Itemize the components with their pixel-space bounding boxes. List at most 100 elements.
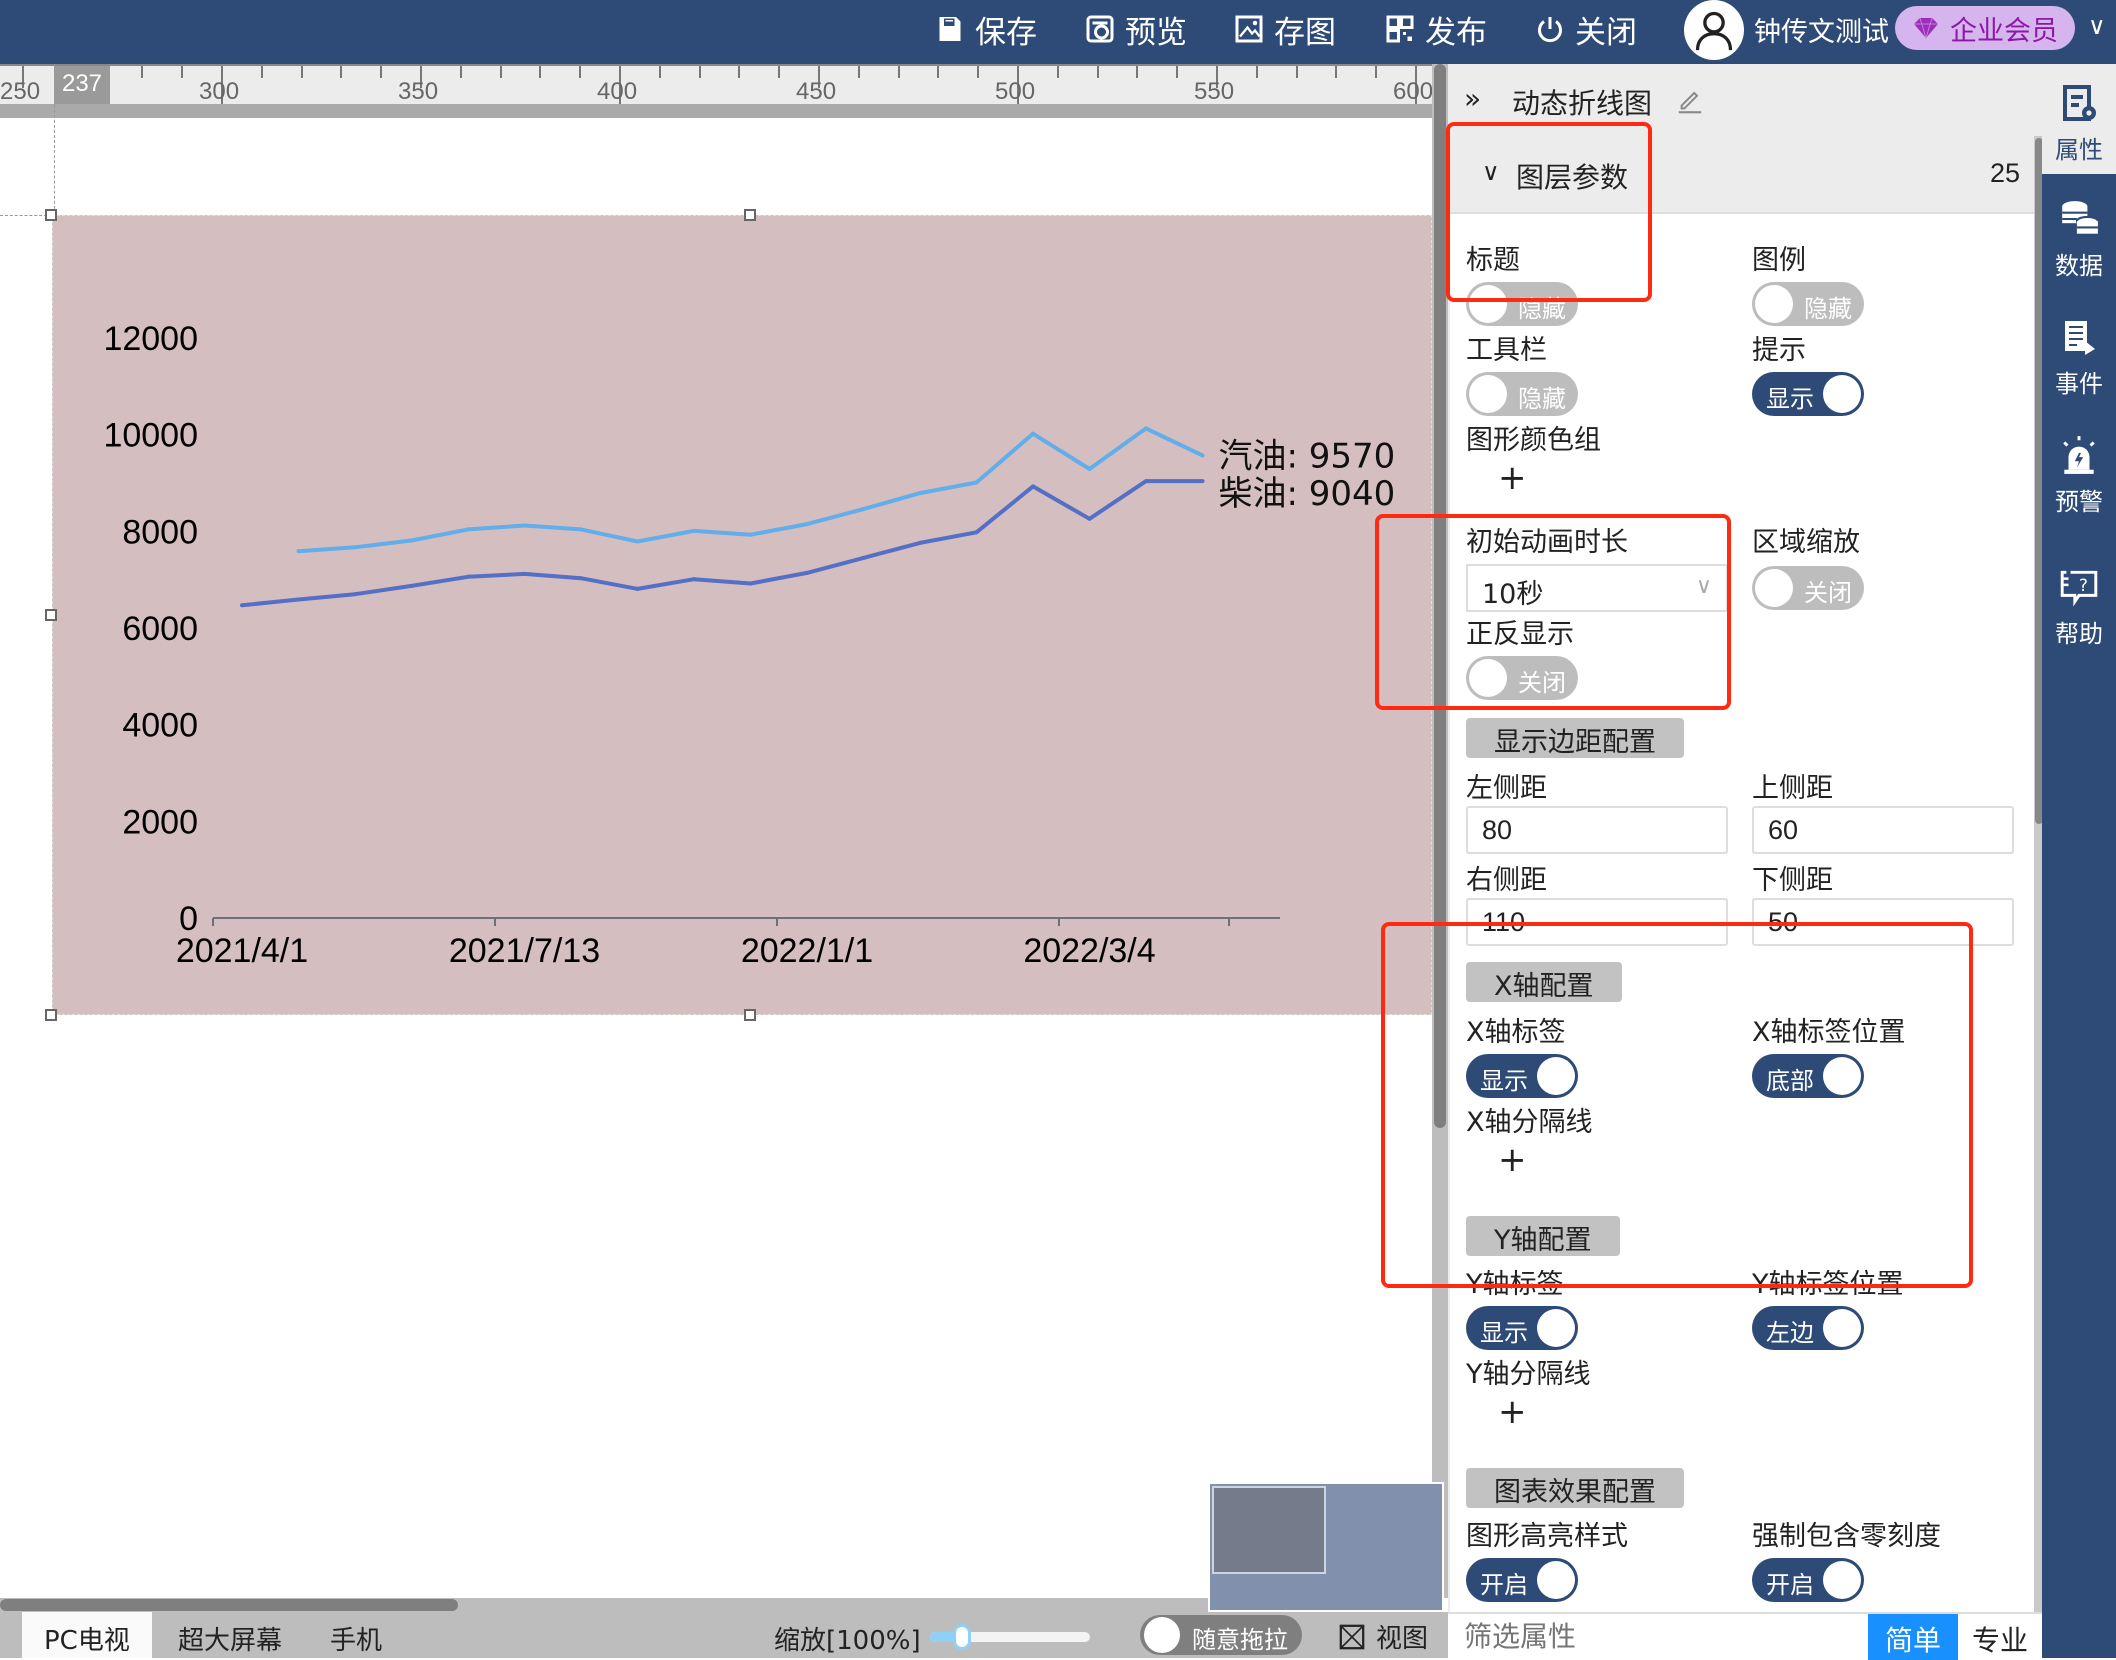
margin-config-section[interactable]: 显示边距配置 (1466, 718, 1684, 758)
resize-handle-bottom[interactable] (744, 1009, 756, 1021)
line-chart-widget[interactable]: 0 2000 4000 6000 8000 10000 12000 2021/4/1 2021/… (52, 215, 1432, 1015)
scrollbar-thumb[interactable] (0, 1599, 458, 1611)
line-chart: 0200040006000800010000120002021/4/1 2021/… (103, 320, 1395, 970)
force-zero-toggle[interactable]: 开启 (1752, 1558, 1864, 1602)
toggle-text: 关闭 (1518, 669, 1566, 697)
save-image-button[interactable]: 存图 (1234, 8, 1336, 51)
free-drag-toggle[interactable]: 随意拖拉 (1140, 1615, 1302, 1655)
data-point (522, 523, 527, 528)
y-axis-position-toggle[interactable]: 左边 (1752, 1306, 1864, 1350)
minimap[interactable] (1208, 1482, 1444, 1612)
mode-simple-button[interactable]: 简单 (1868, 1614, 1958, 1660)
resize-handle-left[interactable] (45, 609, 57, 621)
x-axis-label-toggle[interactable]: 显示 (1466, 1054, 1578, 1098)
publish-icon (1386, 15, 1414, 43)
data-point (692, 577, 696, 582)
ruler-tick (1056, 66, 1059, 78)
data-point (1200, 479, 1205, 484)
preview-button[interactable]: 预览 (1085, 8, 1187, 51)
legend-toggle[interactable]: 隐藏 (1752, 282, 1864, 326)
filter-properties-input[interactable] (1464, 1618, 1864, 1656)
data-point (240, 603, 244, 608)
section-layer-params[interactable]: ∨ 图层参数 25 (1450, 136, 2034, 214)
x-axis-position-toggle[interactable]: 底部 (1752, 1054, 1864, 1098)
x-axis-position-label: X轴标签位置 (1752, 1017, 1906, 1048)
panel-header: » 动态折线图 (1448, 64, 2042, 136)
top-margin-input[interactable] (1752, 806, 2014, 854)
rail-item-data[interactable]: 数据 (2042, 198, 2116, 281)
ruler-tick (1176, 66, 1179, 78)
avatar[interactable] (1684, 0, 1744, 60)
title-toggle[interactable]: 隐藏 (1466, 282, 1578, 326)
left-margin-input[interactable] (1466, 806, 1728, 854)
ruler-label: 350 (398, 78, 439, 104)
chevron-down-icon[interactable]: ∨ (2088, 12, 2106, 40)
data-point (918, 540, 922, 545)
scrollbar-thumb[interactable] (1434, 64, 1446, 1128)
ruler-tick (977, 66, 980, 78)
tab-mobile[interactable]: 手机 (308, 1612, 404, 1658)
zoom-area-toggle[interactable]: 关闭 (1752, 566, 1864, 610)
publish-button[interactable]: 发布 (1385, 8, 1487, 51)
toggle-text: 隐藏 (1518, 385, 1566, 413)
y-axis-label-toggle[interactable]: 显示 (1466, 1306, 1578, 1350)
rail-item-properties[interactable]: 属性 (2042, 64, 2116, 174)
tooltip-toggle[interactable]: 显示 (1752, 372, 1864, 416)
view-button[interactable]: 视图 (1338, 1618, 1428, 1655)
data-point (466, 527, 470, 532)
resize-handle-top[interactable] (744, 209, 756, 221)
resize-handle-top-left[interactable] (45, 209, 57, 221)
toolbar-toggle[interactable]: 隐藏 (1466, 372, 1578, 416)
y-axis-config-section[interactable]: Y轴配置 (1466, 1216, 1620, 1256)
ruler-tick (1255, 66, 1258, 78)
title-label: 标题 (1466, 245, 1520, 276)
zoom-slider-knob[interactable] (953, 1624, 971, 1650)
tab-pc-tv[interactable]: PC电视 (22, 1612, 152, 1658)
toggle-text: 关闭 (1804, 579, 1852, 607)
collapse-panel-icon[interactable]: » (1464, 82, 1481, 115)
bottom-margin-input[interactable] (1752, 898, 2014, 946)
highlight-style-toggle[interactable]: 开启 (1466, 1558, 1578, 1602)
close-button[interactable]: 关闭 (1535, 8, 1637, 51)
resize-handle-bottom-left[interactable] (45, 1009, 57, 1021)
toolbar-label: 工具栏 (1466, 335, 1547, 366)
mode-pro-button[interactable]: 专业 (1958, 1614, 2042, 1660)
ruler-tick (181, 66, 184, 78)
data-point (974, 530, 979, 535)
anim-duration-value: 10秒 (1482, 579, 1544, 610)
edit-icon[interactable] (1676, 86, 1704, 114)
x-axis-config-section[interactable]: X轴配置 (1466, 962, 1622, 1002)
add-color-button[interactable]: + (1498, 458, 1527, 498)
save-button[interactable]: 保存 (935, 8, 1037, 51)
x-tick-label: 2022/3/4 (1023, 932, 1155, 970)
x-tick-label: 2021/4/1 (176, 932, 308, 970)
tab-large-screen[interactable]: 超大屏幕 (156, 1612, 304, 1658)
help-icon: ? (2060, 570, 2098, 607)
properties-icon (2063, 85, 2096, 121)
chart-effect-config-section[interactable]: 图表效果配置 (1466, 1468, 1684, 1508)
right-margin-input[interactable] (1466, 898, 1728, 946)
anim-duration-select[interactable]: 10秒 ∨ (1466, 564, 1728, 612)
add-y-split-button[interactable]: + (1498, 1392, 1527, 1432)
section-count: 25 (1989, 158, 2020, 188)
y-tick-label: 2000 (122, 803, 198, 841)
data-point (409, 538, 414, 543)
ruler-tick (857, 66, 860, 78)
x-axis-split-label: X轴分隔线 (1466, 1107, 1593, 1138)
username[interactable]: 钟传文测试 (1754, 10, 1889, 49)
canvas-vertical-scrollbar[interactable] (1432, 64, 1448, 1598)
left-margin-label: 左侧距 (1466, 773, 1547, 804)
membership-badge[interactable]: 企业会员 (1895, 6, 2075, 50)
add-x-split-button[interactable]: + (1498, 1140, 1527, 1180)
minimap-viewport[interactable] (1212, 1486, 1326, 1574)
zoom-slider[interactable] (930, 1624, 1090, 1650)
side-icon-rail: 属性 数据 事件 预警 ? 帮助 (2042, 64, 2116, 1658)
rail-item-help[interactable]: ? 帮助 (2042, 566, 2116, 649)
save-icon (939, 17, 961, 41)
save-label: 保存 (975, 14, 1037, 51)
legend-label: 图例 (1752, 245, 1806, 276)
rail-item-alert[interactable]: 预警 (2042, 434, 2116, 517)
ruler-tick (1096, 66, 1099, 78)
rail-item-events[interactable]: 事件 (2042, 316, 2116, 399)
reverse-toggle[interactable]: 关闭 (1466, 656, 1578, 700)
